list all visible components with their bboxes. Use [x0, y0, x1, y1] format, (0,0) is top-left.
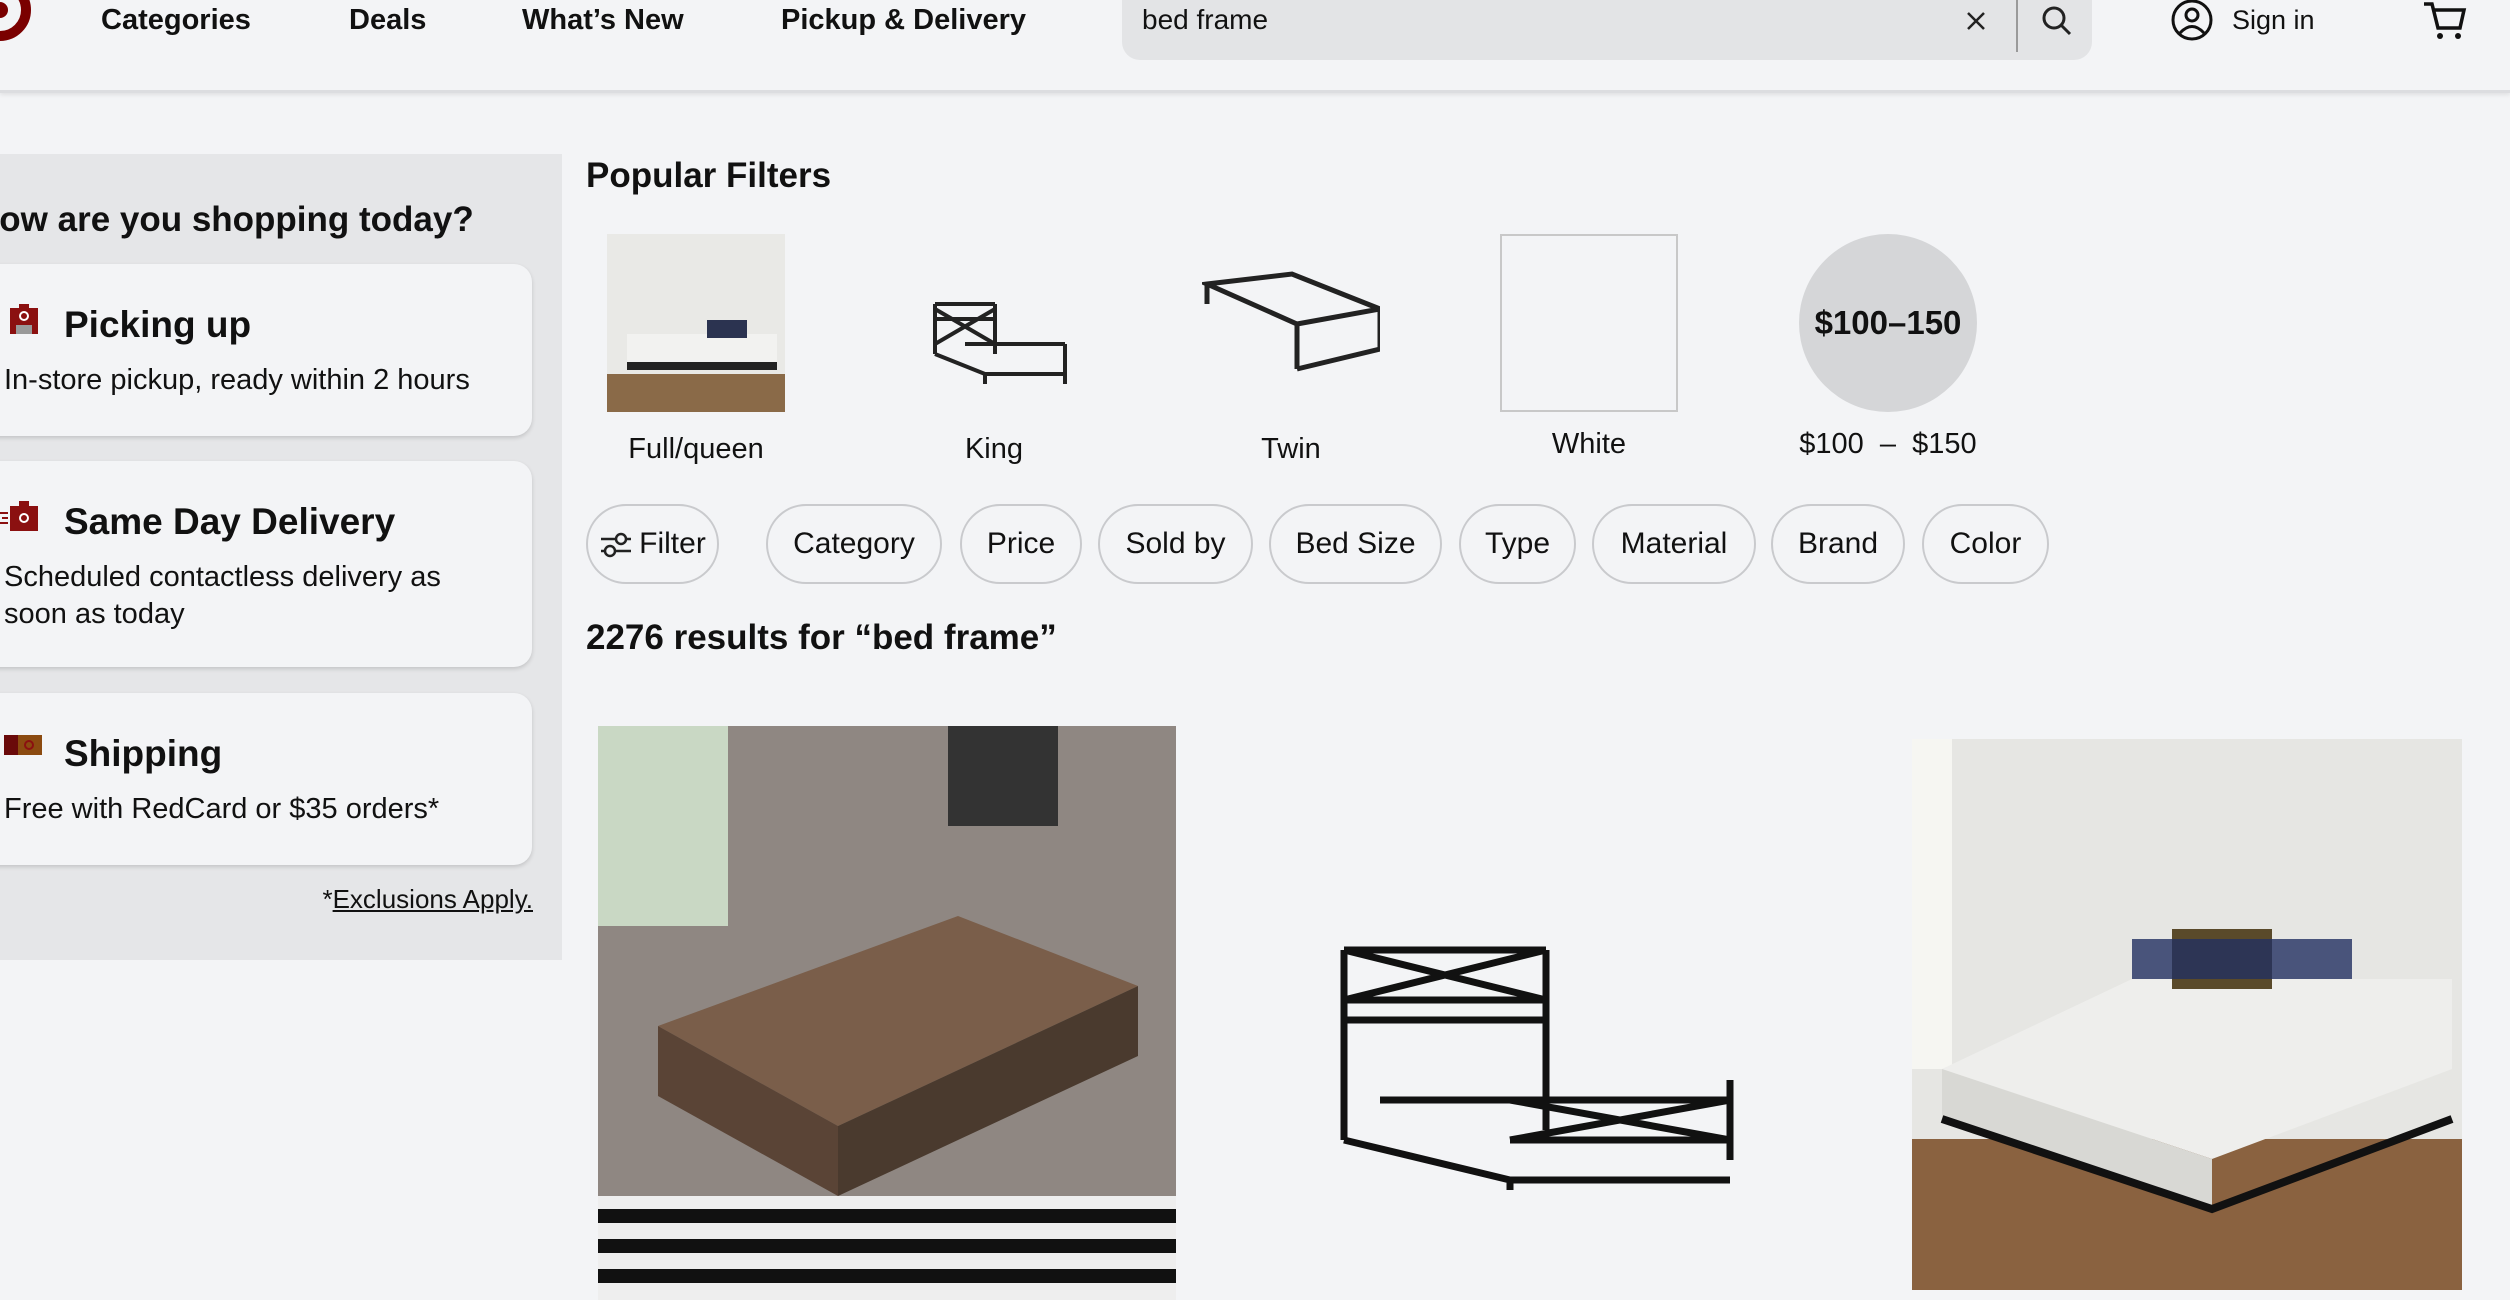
king-bed-frame-image: [933, 302, 1067, 384]
price-badge: $100–150: [1799, 234, 1977, 412]
header: Categories Deals What’s New Pickup & Del…: [0, 0, 2510, 93]
bed-size-chip[interactable]: Bed Size: [1269, 504, 1442, 584]
nav-categories[interactable]: Categories: [101, 0, 251, 40]
material-chip[interactable]: Material: [1592, 504, 1756, 584]
divider: [2016, 0, 2018, 52]
clear-search-icon[interactable]: [1965, 10, 1987, 32]
shipping-card[interactable]: Shipping Free with RedCard or $35 orders…: [0, 693, 532, 865]
sign-in-link[interactable]: Sign in: [2232, 2, 2315, 38]
nav-pickup-delivery[interactable]: Pickup & Delivery: [781, 0, 1026, 40]
brand-chip[interactable]: Brand: [1771, 504, 1905, 584]
exclusions-link[interactable]: Exclusions Apply.: [333, 884, 533, 914]
filter-king[interactable]: King: [902, 234, 1086, 466]
color-chip[interactable]: Color: [1922, 504, 2049, 584]
search-bar: [1122, 0, 2092, 60]
store-icon: [10, 304, 38, 334]
account-icon[interactable]: [2170, 0, 2214, 42]
card-title: Shipping: [64, 733, 223, 774]
filter-label: Full/queen: [628, 433, 764, 465]
nav-whats-new[interactable]: What’s New: [522, 0, 684, 40]
shopping-method-heading: How are you shopping today?: [0, 200, 474, 239]
filter-label: White: [1551, 428, 1627, 460]
search-input[interactable]: [1142, 0, 1922, 40]
filter-label: Twin: [1261, 433, 1321, 465]
filter-chip[interactable]: Filter: [586, 504, 719, 584]
shopping-method-panel: How are you shopping today? Picking up I…: [0, 154, 562, 960]
asterisk: *: [322, 884, 333, 914]
shipping-box-icon: [4, 735, 42, 755]
card-description: In-store pickup, ready within 2 hours: [4, 364, 470, 396]
card-title: Same Day Delivery: [64, 501, 396, 542]
full-queen-bed-image: [607, 234, 785, 412]
filter-twin[interactable]: Twin: [1197, 234, 1390, 466]
product-image-3[interactable]: [1912, 739, 2462, 1290]
card-description: Scheduled contactless delivery as soon a…: [4, 561, 441, 630]
filter-price-100-150[interactable]: $100–150 $100 – $150: [1796, 234, 1980, 461]
exclusions-note: *Exclusions Apply.: [322, 884, 533, 915]
filter-label: $100 – $150: [1799, 428, 1977, 460]
popular-filters-title: Popular Filters: [586, 156, 832, 195]
results-heading: 2276 results for “bed frame”: [586, 618, 1057, 657]
card-title: Picking up: [64, 304, 252, 345]
filter-white[interactable]: White: [1497, 234, 1681, 461]
sliders-icon: [601, 532, 632, 558]
type-chip[interactable]: Type: [1459, 504, 1576, 584]
delivery-bag-icon: [0, 501, 38, 531]
sold-by-chip[interactable]: Sold by: [1098, 504, 1253, 584]
product-image-2[interactable]: [1320, 940, 1740, 1200]
price-chip[interactable]: Price: [960, 504, 1082, 584]
cart-icon[interactable]: [2422, 0, 2468, 42]
twin-bed-frame-image: [1197, 271, 1390, 372]
card-description: Free with RedCard or $35 orders*: [4, 793, 440, 825]
search-icon[interactable]: [2040, 4, 2074, 38]
picking-up-card[interactable]: Picking up In-store pickup, ready within…: [0, 264, 532, 436]
filter-label: King: [964, 433, 1024, 465]
chip-label: Filter: [639, 527, 706, 560]
white-swatch: [1500, 234, 1678, 412]
category-chip[interactable]: Category: [766, 504, 942, 584]
target-logo-icon[interactable]: [0, 0, 34, 60]
same-day-delivery-card[interactable]: Same Day Delivery Scheduled contactless …: [0, 461, 532, 667]
nav-deals[interactable]: Deals: [349, 0, 426, 40]
filter-full-queen[interactable]: Full/queen: [604, 234, 788, 466]
product-image-1[interactable]: [598, 726, 1176, 1300]
